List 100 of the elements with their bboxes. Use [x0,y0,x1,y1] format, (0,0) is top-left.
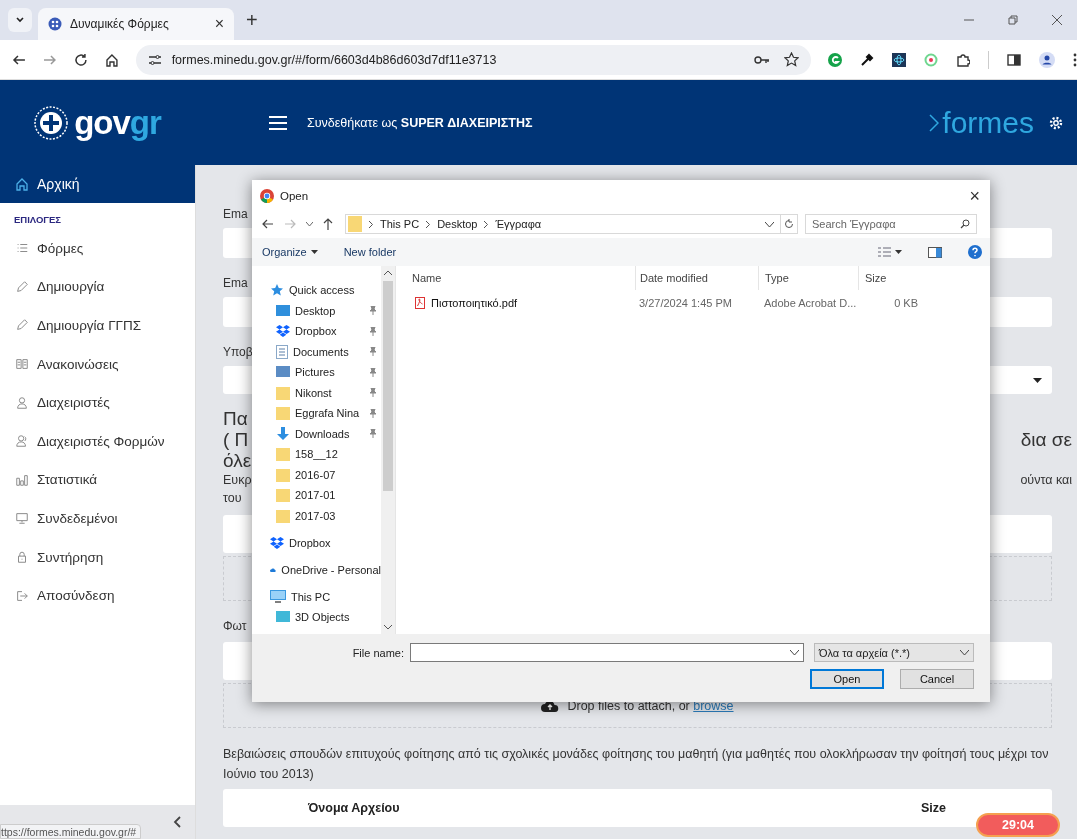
new-tab-button[interactable]: + [246,8,258,32]
nav-item[interactable]: OneDrive - Personal [270,559,381,580]
scrollbar-thumb[interactable] [383,281,393,491]
nav-item[interactable]: Pictures [270,362,381,383]
caret-icon[interactable] [765,221,774,227]
document-icon [276,344,288,359]
home-icon[interactable] [104,52,119,67]
sidebar-item[interactable]: Δημιουργία ΓΓΠΣ [0,306,195,345]
scroll-up-icon[interactable] [384,270,392,275]
timer-badge: 29:04 [976,813,1060,837]
download-arrow-icon [276,426,290,441]
tab-title: Δυναμικές Φόρμες [70,17,170,31]
form-text: δια σε [1020,429,1072,450]
scroll-down-icon[interactable] [384,625,392,630]
cancel-button[interactable]: Cancel [900,669,974,689]
nav-item[interactable]: 2017-03 [270,505,381,526]
file-name-field[interactable] [410,643,804,662]
field-description: Βεβαιώσεις σπουδών επιτυχούς φοίτησης από τις σχολικές μονάδες φοίτησης του μαθητή (για μαθητές που ολοκλήρωσαν την φοίτησή τους μέχρι τον Ιούνιο του 2013) [223,746,1050,783]
form-text: ( Π [223,429,249,450]
column-header[interactable]: Size [858,266,918,290]
tab-close-button[interactable]: × [214,15,224,33]
nav-item[interactable]: Desktop [270,300,381,321]
folder-icon [348,216,362,232]
breadcrumb-bar[interactable]: This PC Desktop Έγγραφα [345,214,781,234]
file-name-label: File name: [352,646,404,659]
open-button[interactable]: Open [810,669,884,689]
sidebar-item[interactable]: Διαχειριστές [0,383,195,422]
dialog-close-button[interactable]: × [969,185,982,207]
file-size: 0 KB [893,296,918,311]
sidebar-item[interactable]: Φόρμες [0,229,195,268]
caret-icon [15,15,25,25]
breadcrumb-item[interactable]: Desktop [437,218,478,230]
browse-link[interactable]: browse [693,698,734,713]
close-icon[interactable] [1051,14,1063,26]
sidebar-item[interactable]: Στατιστικά [0,460,195,500]
eyedropper-icon[interactable] [860,52,874,67]
nav-item[interactable]: 3D Objects [270,607,381,628]
nav-item[interactable]: 158__12 [270,444,381,465]
menu-icon[interactable] [269,115,287,130]
nav-item[interactable]: Quick access [270,280,381,301]
sidebar-item[interactable]: Αποσύνδεση [0,576,195,615]
sidebar-item[interactable]: Συντήρηση [0,537,195,577]
status-url: ttps://formes.minedu.gov.gr/# [0,824,142,839]
sidebar-item[interactable]: Συνδεδεμένοι [0,499,195,538]
new-folder-button[interactable]: New folder [343,246,397,258]
atom-icon[interactable] [892,52,906,67]
profile-icon[interactable] [1039,51,1055,68]
nav-item[interactable]: Dropbox [270,532,381,553]
pdf-file-icon [415,297,425,309]
help-icon[interactable] [968,245,982,259]
view-options-icon[interactable] [878,247,902,257]
collapse-icon[interactable] [173,816,181,828]
column-header[interactable]: Type [758,266,858,290]
nav-item[interactable]: This PC [270,586,381,607]
nav-item[interactable]: Eggrafa Nina [270,403,381,424]
nav-item[interactable]: Nikonst [270,382,381,403]
settings-icon[interactable] [1049,115,1063,130]
search-field[interactable]: Search Έγγραφα [805,214,977,234]
tab-search-button[interactable] [8,8,32,32]
nav-item[interactable]: Dropbox [270,321,381,342]
sidebar-item[interactable]: Διαχειριστές Φορμών [0,421,195,461]
refresh-button[interactable] [780,214,798,234]
menu-icon[interactable] [1073,52,1077,67]
column-header: Όνομα Αρχείου [308,801,400,815]
ring-icon[interactable] [924,52,938,67]
breadcrumb-item[interactable]: This PC [380,218,420,230]
back-icon[interactable] [262,219,274,229]
caret-icon[interactable] [306,222,313,226]
folder-icon [276,488,290,503]
puzzle-icon[interactable] [956,52,970,67]
picture-icon [276,365,290,380]
file-name[interactable]: Πιστοποιητικό.pdf [431,297,518,309]
side-panel-icon[interactable] [1007,52,1021,67]
form-text: Ema [223,275,248,291]
key-icon[interactable] [754,54,770,65]
preview-pane-icon[interactable] [928,246,942,258]
home-menu-item[interactable]: Αρχική [0,165,195,203]
site-settings-icon[interactable] [147,53,162,66]
lock-icon [15,550,29,565]
file-type-select[interactable]: Όλα τα αρχεία (*.*) [814,643,974,662]
sidebar-item[interactable]: Δημιουργία [0,267,195,307]
reload-icon[interactable] [73,52,88,67]
star-icon[interactable] [784,52,799,67]
sidebar-item[interactable]: Ανακοινώσεις [0,344,195,384]
g-extension-icon[interactable] [828,52,842,67]
address-bar[interactable]: formes.minedu.gov.gr/#/form/6603d4b86d603d7df11e3713 [135,44,811,75]
browser-tab[interactable]: Δυναμικές Φόρμες × [38,8,234,40]
users-icon [15,434,29,449]
breadcrumb-item[interactable]: Έγγραφα [495,218,542,230]
nav-item[interactable]: 2017-01 [270,485,381,506]
up-arrow-icon[interactable] [323,218,333,230]
column-header[interactable]: Date modified [635,266,758,290]
chrome-icon [260,189,274,203]
nav-item[interactable]: Downloads [270,423,381,444]
folder-icon [276,447,290,462]
organize-menu[interactable]: Organize [262,246,318,258]
restore-icon[interactable] [1007,14,1019,26]
column-header[interactable]: Name [412,272,635,284]
nav-item[interactable]: 2016-07 [270,464,381,485]
nav-item[interactable]: Documents [270,341,381,362]
